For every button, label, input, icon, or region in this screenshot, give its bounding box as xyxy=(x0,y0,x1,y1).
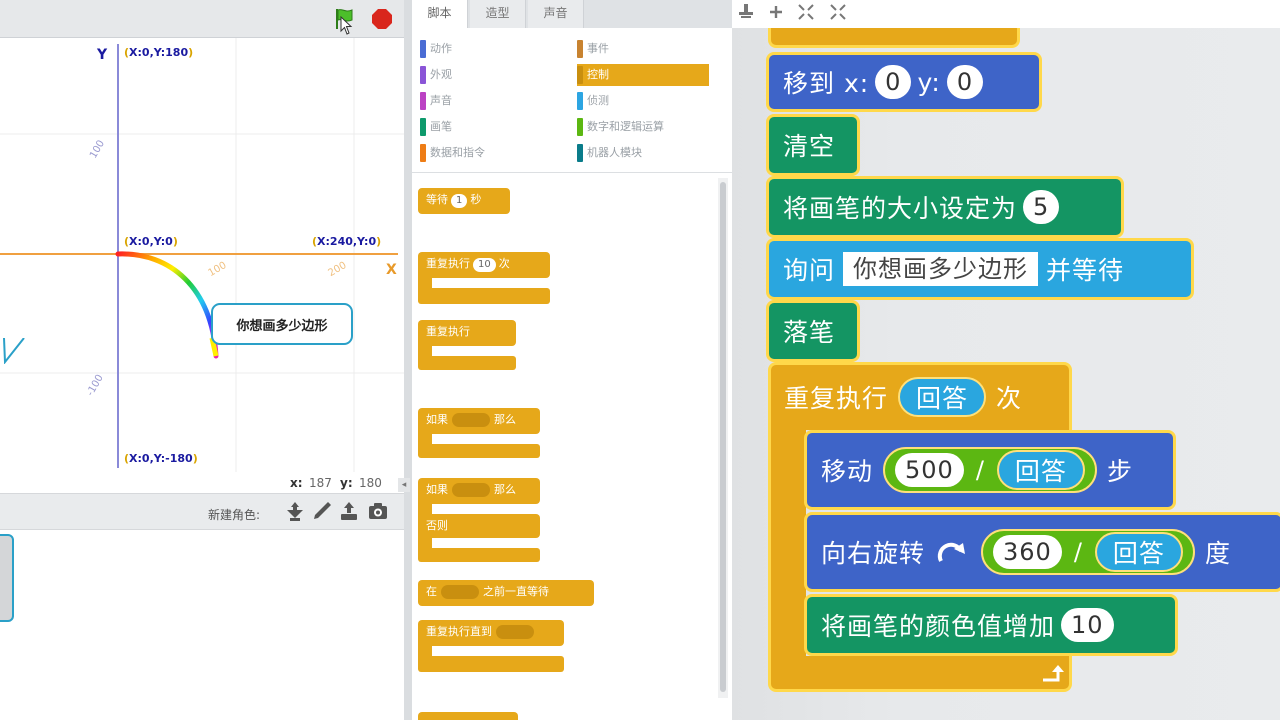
category-control[interactable]: 控制 xyxy=(577,64,709,86)
category-motion[interactable]: 动作 xyxy=(420,38,560,60)
answer-reporter: 回答 xyxy=(898,377,987,417)
palette-next-block[interactable] xyxy=(418,712,518,720)
sprite-list xyxy=(0,530,404,720)
pen-down-block[interactable]: 落笔 xyxy=(766,300,860,362)
category-looks[interactable]: 外观 xyxy=(420,64,560,86)
palette-repeat-block[interactable]: 重复执行 10 次 xyxy=(418,252,550,278)
camera-icon[interactable] xyxy=(367,500,389,522)
mouse-y-value: 180 xyxy=(359,476,382,490)
palette-if-then-block[interactable]: 如果 那么 xyxy=(418,408,540,434)
palette-forever-foot xyxy=(418,356,516,370)
stage-canvas[interactable]: Y X (X:0,Y:180) (X:0,Y:0) (X:240,Y:0) (X… xyxy=(0,38,404,472)
choose-sprite-icon[interactable] xyxy=(284,500,306,522)
new-sprite-label: 新建角色: xyxy=(208,508,261,522)
mouse-y-label: y: xyxy=(340,476,353,490)
category-operators[interactable]: 数字和逻辑运算 xyxy=(577,116,709,138)
palette-else-label: 否则 xyxy=(418,514,540,538)
stop-icon[interactable] xyxy=(371,8,393,30)
collapse-arrow-icon[interactable]: ◂ xyxy=(398,478,410,492)
divide-operator[interactable]: 500/回答 xyxy=(883,447,1097,493)
palette-forever-block[interactable]: 重复执行 xyxy=(418,320,516,346)
y-axis-letter: Y xyxy=(97,47,108,63)
block-categories: 动作 外观 声音 画笔 数据和指令 事件 控制 侦测 数字和逻辑运算 机器人模块 xyxy=(412,28,732,173)
x-axis-letter: X xyxy=(386,262,397,278)
hat-block-tail[interactable] xyxy=(768,28,1020,48)
category-sound[interactable]: 声音 xyxy=(420,90,560,112)
category-robots[interactable]: 机器人模块 xyxy=(577,142,709,164)
answer-reporter: 回答 xyxy=(996,450,1085,490)
mouse-cursor-icon xyxy=(340,16,353,35)
palette-if-else-block[interactable]: 如果 那么 xyxy=(418,478,540,504)
change-pen-color-block[interactable]: 将画笔的颜色值增加 10 xyxy=(804,594,1178,656)
category-pen[interactable]: 画笔 xyxy=(420,116,560,138)
coord-bottom-center: (X:0,Y:-180) xyxy=(124,452,198,465)
repeat-block-header[interactable]: 重复执行 回答次 xyxy=(770,364,1072,430)
shrink-icon[interactable] xyxy=(828,2,848,22)
divide-operator[interactable]: 360/回答 xyxy=(981,529,1195,575)
sprite-header: 新建角色: xyxy=(0,494,404,530)
category-events[interactable]: 事件 xyxy=(577,38,709,60)
paint-sprite-icon[interactable] xyxy=(311,500,333,522)
palette-repeat-until-block[interactable]: 重复执行直到 xyxy=(418,620,564,646)
mouse-x-value: 187 xyxy=(309,476,332,490)
duplicate-stamp-icon[interactable] xyxy=(736,2,756,22)
upload-sprite-icon[interactable] xyxy=(338,500,360,522)
mouse-coordinates: x: 187 y: 180 xyxy=(0,472,404,494)
rotate-right-icon xyxy=(937,542,966,562)
clear-block[interactable]: 清空 xyxy=(766,114,860,176)
palette-repeat-until-foot xyxy=(418,656,564,672)
palette-repeat-foot xyxy=(418,288,550,304)
set-pen-size-block[interactable]: 将画笔的大小设定为 5 xyxy=(766,176,1124,238)
move-steps-block[interactable]: 移动 500/回答 步 xyxy=(804,430,1176,510)
grow-icon[interactable] xyxy=(796,2,816,22)
tab-scripts[interactable]: 脚本 xyxy=(412,0,468,28)
delete-icon[interactable] xyxy=(766,2,786,22)
stage-header xyxy=(0,0,404,38)
block-palette: 等待 1 秒 重复执行 10 次 重复执行 如果 那么 如果 那么 否则 在之前一直等待 重… xyxy=(412,174,718,720)
palette-if-else-foot xyxy=(418,548,540,562)
palette-scrollbar[interactable] xyxy=(718,178,728,698)
goto-xy-block[interactable]: 移到 x: 0 y: 0 xyxy=(766,52,1042,112)
mouse-x-label: x: xyxy=(290,476,303,490)
coord-top-center: (X:0,Y:180) xyxy=(124,46,194,59)
tab-sounds[interactable]: 声音 xyxy=(528,0,584,28)
ask-and-wait-block[interactable]: 询问 你想画多少边形 并等待 xyxy=(766,238,1194,300)
turn-right-block[interactable]: 向右旋转 360/回答 度 xyxy=(804,512,1280,592)
category-sensing[interactable]: 侦测 xyxy=(577,90,709,112)
coord-center: (X:0,Y:0) xyxy=(124,235,178,248)
answer-reporter: 回答 xyxy=(1094,532,1183,572)
editor-tabs: 脚本 造型 声音 xyxy=(412,0,732,28)
speech-bubble: 你想画多少边形 xyxy=(211,303,353,345)
palette-if-foot xyxy=(418,444,540,458)
category-data[interactable]: 数据和指令 xyxy=(420,142,560,164)
panel-divider xyxy=(404,0,412,720)
palette-wait-until-block[interactable]: 在之前一直等待 xyxy=(418,580,594,606)
loop-arrow-icon xyxy=(1043,665,1064,682)
script-toolbar xyxy=(732,0,1280,28)
tab-costumes[interactable]: 造型 xyxy=(470,0,526,28)
speech-bubble-tail xyxy=(3,338,25,364)
coord-right-center: (X:240,Y:0) xyxy=(312,235,382,248)
palette-wait-block[interactable]: 等待 1 秒 xyxy=(418,188,510,214)
sprite-thumbnail[interactable] xyxy=(0,534,14,622)
